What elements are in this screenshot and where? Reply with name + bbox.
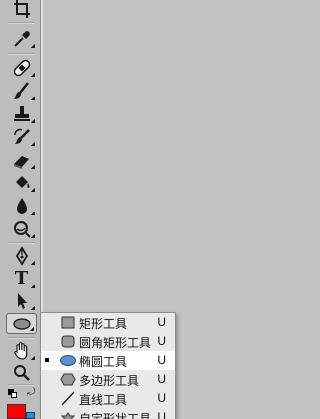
menu-item-label: 多边形工具 <box>79 374 140 388</box>
polygon-icon <box>60 373 76 386</box>
hand-icon <box>13 342 27 360</box>
healing-brush-tool[interactable] <box>6 57 37 79</box>
path-selection-tool[interactable] <box>6 290 37 312</box>
menu-item-shortcut: U <box>157 410 166 419</box>
custom-shape-icon <box>60 412 76 419</box>
history-brush-icon <box>13 128 30 144</box>
menu-item-custom-shape-tool[interactable]: 自定形状工具 U <box>41 408 175 419</box>
menu-item-line-tool[interactable]: 直线工具 U <box>41 389 175 408</box>
paint-bucket-tool[interactable] <box>6 172 37 194</box>
hand-tool[interactable] <box>6 340 37 362</box>
rectangle-icon <box>61 316 75 329</box>
foreground-color-swatch[interactable] <box>7 404 26 419</box>
menu-item-rectangle-tool[interactable]: 矩形工具 U <box>41 313 175 332</box>
blur-tool[interactable] <box>6 195 37 217</box>
swap-colors-icon[interactable]: ⤾ <box>27 388 35 398</box>
brush-tool[interactable] <box>6 80 37 102</box>
drop-icon <box>16 198 27 214</box>
tools-panel: T ⤾ <box>0 0 43 419</box>
bucket-icon <box>15 176 30 188</box>
zoom-tool[interactable] <box>6 362 37 384</box>
dodge-tool[interactable] <box>6 218 37 240</box>
selected-indicator <box>45 358 49 362</box>
line-icon <box>61 391 75 406</box>
menu-item-shortcut: U <box>157 353 166 367</box>
type-icon: T <box>14 268 29 289</box>
arrow-icon <box>17 293 27 309</box>
menu-item-label: 矩形工具 <box>79 317 128 331</box>
eraser-icon <box>13 156 29 169</box>
menu-item-shortcut: U <box>157 391 166 405</box>
shape-tool[interactable] <box>6 313 37 334</box>
menu-item-label: 椭圆工具 <box>79 355 128 369</box>
menu-item-shortcut: U <box>157 334 166 348</box>
crop-tool[interactable] <box>6 0 37 20</box>
type-tool[interactable]: T <box>6 268 37 290</box>
menu-item-label: 圆角矩形工具 <box>79 336 152 350</box>
stamp-icon <box>13 106 30 121</box>
menu-item-shortcut: U <box>157 372 166 386</box>
eraser-tool[interactable] <box>6 149 37 171</box>
clone-stamp-tool[interactable] <box>6 103 37 125</box>
eyedropper-icon <box>13 31 30 47</box>
ellipse-icon <box>60 355 76 366</box>
zoom-icon <box>13 365 30 381</box>
menu-item-ellipse-tool[interactable]: 椭圆工具 U <box>41 351 175 370</box>
menu-item-shortcut: U <box>157 315 166 329</box>
default-colors-icon[interactable] <box>8 389 18 399</box>
bandage-icon <box>13 59 30 77</box>
pen-icon <box>15 246 28 266</box>
brush-icon <box>13 82 29 99</box>
crop-icon <box>13 0 30 18</box>
ellipse-icon <box>12 317 31 330</box>
dodge-icon <box>13 221 31 238</box>
menu-item-polygon-tool[interactable]: 多边形工具 U <box>41 370 175 389</box>
history-brush-tool[interactable] <box>6 126 37 148</box>
background-color-swatch[interactable] <box>26 412 35 419</box>
rounded-rectangle-icon <box>61 335 75 348</box>
eyedropper-tool[interactable] <box>6 28 37 50</box>
menu-item-rounded-rectangle-tool[interactable]: 圆角矩形工具 U <box>41 332 175 351</box>
menu-item-label: 直线工具 <box>79 393 128 407</box>
menu-item-label: 自定形状工具 <box>79 412 152 419</box>
shape-tool-flyout-menu: 矩形工具 U 圆角矩形工具 U 椭圆工具 U 多边形工具 U 直线工具 U 自定… <box>40 312 176 419</box>
pen-tool[interactable] <box>6 245 37 267</box>
